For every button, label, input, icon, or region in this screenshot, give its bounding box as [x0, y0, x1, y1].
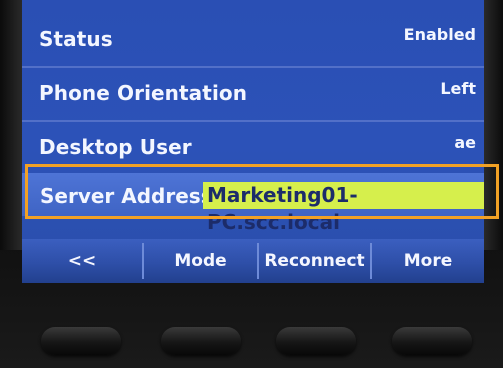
softkey-more[interactable]: More	[372, 239, 484, 283]
softkey-bar: << Mode Reconnect More	[22, 239, 484, 283]
desktop-user-value: ae	[454, 133, 476, 152]
hardware-softkey-button-2[interactable]	[161, 327, 241, 355]
phone-orientation-value: Left	[440, 79, 476, 98]
bezel-left-edge	[0, 0, 22, 250]
status-value: Enabled	[403, 25, 476, 44]
settings-row-status[interactable]: Status Enabled	[22, 14, 484, 66]
phone-orientation-label: Phone Orientation	[39, 81, 248, 105]
hardware-softkey-button-4[interactable]	[392, 327, 472, 355]
hardware-softkey-button-1[interactable]	[41, 327, 121, 355]
desktop-user-label: Desktop User	[39, 135, 192, 159]
settings-row-phone-orientation[interactable]: Phone Orientation Left	[22, 68, 484, 120]
softkey-back[interactable]: <<	[22, 239, 142, 283]
softkey-reconnect[interactable]: Reconnect	[259, 239, 370, 283]
status-label: Status	[39, 27, 113, 51]
hardware-softkey-button-3[interactable]	[276, 327, 356, 355]
annotation-highlight-box	[25, 164, 499, 219]
softkey-mode[interactable]: Mode	[144, 239, 257, 283]
